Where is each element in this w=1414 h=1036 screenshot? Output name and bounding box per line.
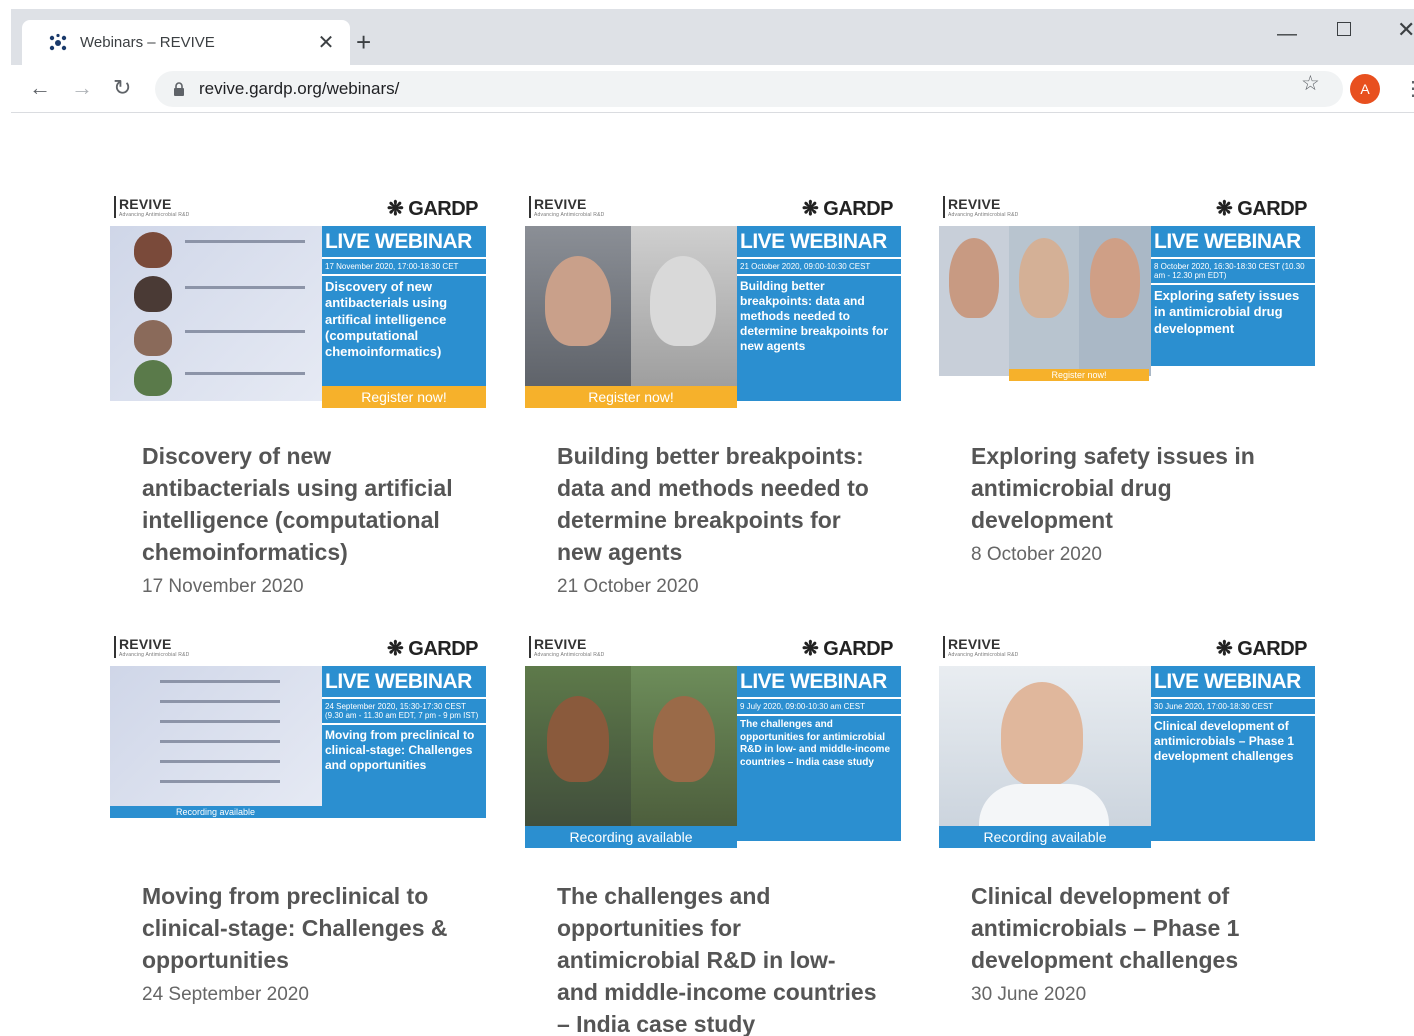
webinar-title[interactable]: Exploring safety issues in antimicrobial… bbox=[939, 440, 1315, 536]
recording-banner[interactable]: Recording available bbox=[110, 806, 486, 818]
webinar-card[interactable]: REVIVE Advancing Antimicrobial R&D ❋ GARD… bbox=[939, 636, 1315, 1006]
webinar-title[interactable]: Moving from preclinical to clinical-stag… bbox=[110, 880, 486, 976]
gardp-favicon-icon bbox=[49, 33, 67, 50]
webinar-when: 9 July 2020, 09:00-10:30 am CEST bbox=[737, 699, 901, 716]
url-text: revive.gardp.org/webinars/ bbox=[199, 79, 400, 98]
webinar-card[interactable]: REVIVE Advancing Antimicrobial R&D ❋ GARD… bbox=[525, 196, 901, 598]
speaker-panel bbox=[110, 666, 322, 816]
webinar-thumbnail[interactable]: REVIVE Advancing Antimicrobial R&D ❋ GARD… bbox=[939, 196, 1315, 408]
webinar-card[interactable]: REVIVE Advancing Antimicrobial R&D ❋ GARD… bbox=[110, 636, 486, 1006]
webinar-card[interactable]: REVIVE Advancing Antimicrobial R&D ❋ GARD… bbox=[939, 196, 1315, 566]
live-webinar-badge: LIVE WEBINAR bbox=[1151, 226, 1315, 259]
webinar-info-panel: LIVE WEBINAR 24 September 2020, 15:30-17… bbox=[322, 666, 486, 806]
revive-logo: REVIVE Advancing Antimicrobial R&D bbox=[943, 196, 1018, 218]
register-banner[interactable]: Register now! bbox=[1009, 369, 1149, 381]
webinar-topic: Discovery of new antibacterials using ar… bbox=[325, 279, 448, 359]
gardp-logo: ❋ GARDP bbox=[801, 638, 894, 660]
menu-icon[interactable]: ⋮ bbox=[1403, 75, 1414, 103]
address-bar[interactable]: revive.gardp.org/webinars/ bbox=[155, 71, 1343, 107]
speaker-photos bbox=[939, 226, 1151, 376]
revive-logo: REVIVE Advancing Antimicrobial R&D bbox=[943, 636, 1018, 658]
revive-logo: REVIVE Advancing Antimicrobial R&D bbox=[529, 636, 604, 658]
browser-toolbar: ← → ↻ revive.gardp.org/webinars/ ☆ A ⋮ bbox=[11, 65, 1414, 113]
webinar-topic: Moving from preclinical to clinical-stag… bbox=[325, 728, 475, 772]
revive-logo: REVIVE Advancing Antimicrobial R&D bbox=[529, 196, 604, 218]
register-banner[interactable]: Register now! bbox=[525, 386, 737, 408]
live-webinar-badge: LIVE WEBINAR bbox=[322, 666, 486, 699]
tab-title: Webinars – REVIVE bbox=[80, 34, 215, 51]
webinar-title[interactable]: Clinical development of antimicrobials –… bbox=[939, 880, 1315, 976]
webinar-date: 24 September 2020 bbox=[142, 984, 309, 1005]
reload-icon[interactable]: ↻ bbox=[113, 75, 131, 101]
webinar-thumbnail[interactable]: REVIVE Advancing Antimicrobial R&D ❋ GARD… bbox=[939, 636, 1315, 848]
close-window-icon[interactable]: ✕ bbox=[1397, 17, 1414, 43]
webinar-date: 21 October 2020 bbox=[557, 576, 699, 597]
revive-logo: REVIVE Advancing Antimicrobial R&D bbox=[114, 196, 189, 218]
webinar-thumbnail[interactable]: REVIVE Advancing Antimicrobial R&D ❋ GARD… bbox=[525, 196, 901, 408]
recording-banner[interactable]: Recording available bbox=[525, 826, 737, 848]
webinar-title[interactable]: The challenges and opportunities for ant… bbox=[525, 880, 901, 1036]
lock-icon bbox=[174, 82, 184, 96]
webinar-info-panel: LIVE WEBINAR 8 October 2020, 16:30-18:30… bbox=[1151, 226, 1315, 366]
webinar-thumbnail[interactable]: REVIVE Advancing Antimicrobial R&D ❋ GARD… bbox=[110, 196, 486, 408]
minimize-icon[interactable]: — bbox=[1277, 23, 1297, 46]
live-webinar-badge: LIVE WEBINAR bbox=[322, 226, 486, 259]
webinar-info-panel: LIVE WEBINAR 30 June 2020, 17:00-18:30 C… bbox=[1151, 666, 1315, 841]
speaker-photos bbox=[939, 666, 1151, 841]
webinar-when: 21 October 2020, 09:00-10:30 CEST bbox=[737, 259, 901, 276]
speaker-panel bbox=[110, 226, 322, 401]
profile-avatar[interactable]: A bbox=[1350, 74, 1380, 104]
live-webinar-badge: LIVE WEBINAR bbox=[1151, 666, 1315, 699]
webinar-topic: The challenges and opportunities for ant… bbox=[740, 719, 891, 768]
gardp-logo: ❋ GARDP bbox=[386, 198, 479, 220]
revive-logo: REVIVE Advancing Antimicrobial R&D bbox=[114, 636, 189, 658]
webinar-thumbnail[interactable]: REVIVE Advancing Antimicrobial R&D ❋ GARD… bbox=[525, 636, 901, 848]
webinar-card[interactable]: REVIVE Advancing Antimicrobial R&D ❋ GARD… bbox=[110, 196, 486, 598]
live-webinar-badge: LIVE WEBINAR bbox=[737, 666, 901, 699]
gardp-logo: ❋ GARDP bbox=[801, 198, 894, 220]
gardp-logo: ❋ GARDP bbox=[1215, 638, 1308, 660]
gardp-logo: ❋ GARDP bbox=[1215, 198, 1308, 220]
forward-icon[interactable]: → bbox=[71, 75, 93, 101]
webinar-topic: Building better breakpoints: data and me… bbox=[740, 279, 889, 353]
speaker-photos bbox=[525, 666, 737, 841]
maximize-icon[interactable] bbox=[1337, 19, 1351, 36]
webinar-date: 30 June 2020 bbox=[971, 984, 1087, 1005]
bookmark-star-icon[interactable]: ☆ bbox=[1301, 71, 1320, 96]
webinar-date: 17 November 2020 bbox=[142, 576, 304, 597]
webinar-date: 8 October 2020 bbox=[971, 544, 1102, 565]
webinar-card[interactable]: REVIVE Advancing Antimicrobial R&D ❋ GARD… bbox=[525, 636, 901, 1036]
live-webinar-badge: LIVE WEBINAR bbox=[737, 226, 901, 259]
back-icon[interactable]: ← bbox=[29, 75, 51, 101]
webinar-info-panel: LIVE WEBINAR 9 July 2020, 09:00-10:30 am… bbox=[737, 666, 901, 841]
register-banner[interactable]: Register now! bbox=[322, 386, 486, 408]
gardp-logo: ❋ GARDP bbox=[386, 638, 479, 660]
tab-strip: Webinars – REVIVE ✕ + — ✕ bbox=[11, 9, 1414, 65]
browser-tab[interactable]: Webinars – REVIVE ✕ bbox=[22, 20, 350, 65]
webinar-topic: Clinical development of antimicrobials –… bbox=[1154, 719, 1295, 763]
recording-banner[interactable]: Recording available bbox=[939, 826, 1151, 848]
speaker-photos bbox=[525, 226, 737, 401]
webinar-info-panel: LIVE WEBINAR 21 October 2020, 09:00-10:3… bbox=[737, 226, 901, 401]
webinar-when: 17 November 2020, 17:00-18:30 CET bbox=[322, 259, 486, 276]
new-tab-icon[interactable]: + bbox=[356, 29, 371, 55]
webinar-when: 24 September 2020, 15:30-17:30 CEST (9.3… bbox=[322, 699, 486, 725]
webinar-topic: Exploring safety issues in antimicrobial… bbox=[1154, 288, 1300, 336]
webinar-when: 8 October 2020, 16:30-18:30 CEST (10.30 … bbox=[1151, 259, 1315, 285]
webinar-when: 30 June 2020, 17:00-18:30 CEST bbox=[1151, 699, 1315, 716]
webinar-thumbnail[interactable]: REVIVE Advancing Antimicrobial R&D ❋ GARD… bbox=[110, 636, 486, 848]
webinar-title[interactable]: Building better breakpoints: data and me… bbox=[525, 440, 901, 568]
close-tab-icon[interactable]: ✕ bbox=[316, 30, 336, 55]
webinar-info-panel: LIVE WEBINAR 17 November 2020, 17:00-18:… bbox=[322, 226, 486, 401]
webinar-title[interactable]: Discovery of new antibacterials using ar… bbox=[110, 440, 486, 568]
